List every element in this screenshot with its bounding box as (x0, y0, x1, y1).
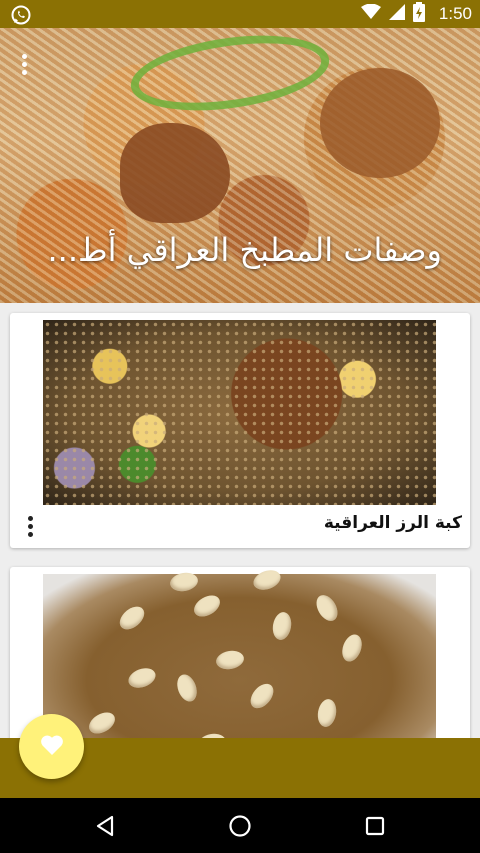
favorites-button[interactable] (19, 714, 84, 779)
status-bar: 1:50 (0, 0, 480, 28)
food-shape (320, 68, 440, 178)
back-icon[interactable] (90, 811, 120, 841)
recents-icon[interactable] (360, 811, 390, 841)
recipe-title[interactable]: كبة الرز العراقية (324, 513, 462, 533)
home-icon[interactable] (225, 811, 255, 841)
food-shape (120, 123, 230, 223)
more-vert-icon[interactable] (24, 513, 36, 539)
status-time: 1:50 (438, 4, 472, 23)
whatsapp-icon (10, 4, 32, 26)
header-image: وصفات المطبخ العراقي أط... (0, 28, 480, 303)
recipe-card[interactable]: كبة الرز العراقية (10, 313, 470, 548)
nav-bar (0, 798, 480, 853)
wifi-icon (360, 3, 381, 24)
recipe-image[interactable] (43, 320, 436, 505)
heart-icon (40, 734, 64, 760)
page-title: وصفات المطبخ العراقي أط... (47, 231, 443, 269)
battery-icon (412, 2, 425, 26)
more-vert-icon[interactable] (14, 50, 34, 78)
signal-icon (388, 4, 405, 24)
